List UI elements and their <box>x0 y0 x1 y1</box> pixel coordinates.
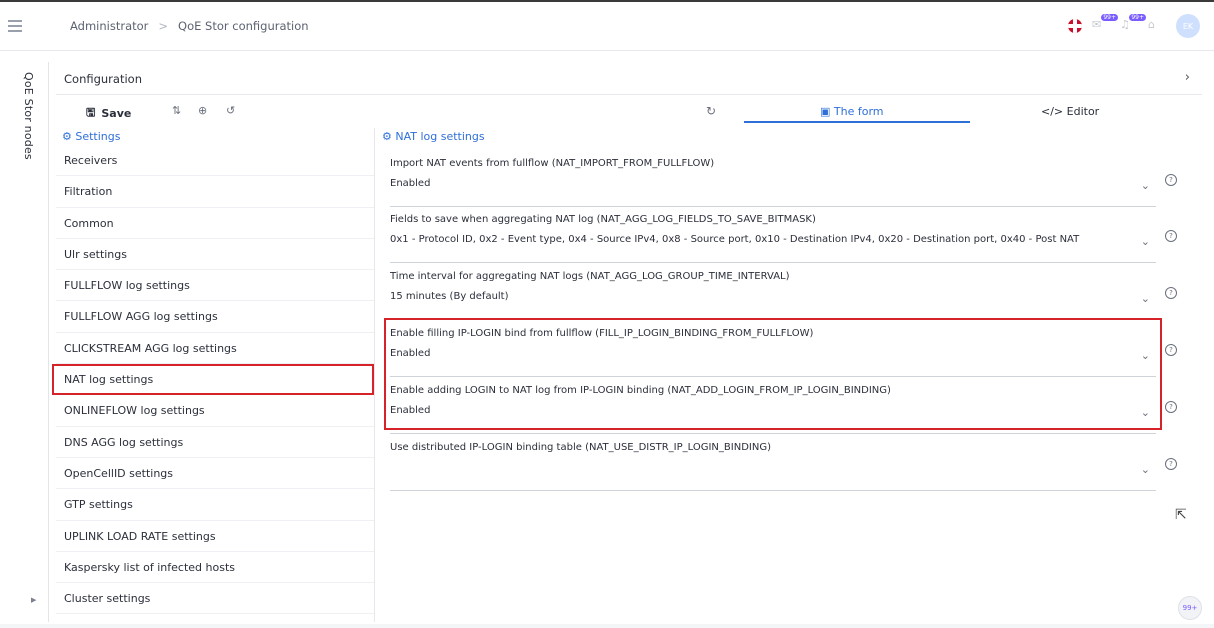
settings-icon: ⚙ <box>62 130 76 143</box>
avatar[interactable]: EK <box>1176 14 1200 38</box>
bell-badge: 99+ <box>1129 14 1146 21</box>
settings-item[interactable]: GTP settings <box>56 489 374 521</box>
field-label: Use distributed IP-LOGIN binding table (… <box>390 442 771 453</box>
field-value[interactable]: 15 minutes (By default) <box>390 291 509 302</box>
breadcrumb-root[interactable]: Administrator <box>70 19 148 33</box>
tab-editor-label: Editor <box>1066 105 1100 118</box>
settings-item[interactable]: NAT log settings <box>52 364 374 396</box>
breadcrumb-current: QoE Stor configuration <box>178 19 309 33</box>
code-icon: </> <box>1041 105 1067 118</box>
home-icon[interactable]: ⌂ <box>1148 18 1166 34</box>
gear-icon: ⚙ <box>382 130 396 143</box>
settings-panel: ⚙ Settings Receivers Filtration Common Ulr … <box>52 128 375 622</box>
top-bar: Administrator > QoE Stor configuration ✉ 99… <box>0 2 1214 51</box>
field-label: Import NAT events from fullflow (NAT_IMP… <box>390 158 715 169</box>
mouse-cursor-icon: ⇱ <box>1175 507 1187 523</box>
uk-flag-icon[interactable] <box>1068 19 1082 33</box>
save-button[interactable]: 🖫 Save <box>86 104 131 123</box>
chevron-down-icon[interactable]: ⌄ <box>1141 292 1150 305</box>
highlight-annotation <box>384 318 1162 430</box>
tab-editor[interactable]: </> Editor <box>1041 105 1099 118</box>
settings-list: Receivers Filtration Common Ulr settings FUL… <box>52 145 374 615</box>
save-label: Save <box>101 107 132 120</box>
chat-button[interactable]: 99+ <box>1178 596 1202 620</box>
settings-item[interactable]: OpenCellID settings <box>56 458 374 490</box>
form-field[interactable]: Use distributed IP-LOGIN binding table (… <box>390 436 1156 491</box>
settings-item[interactable]: Filtration <box>56 176 374 208</box>
split-icon[interactable]: ⇅ <box>172 104 181 117</box>
qoe-stor-nodes-tab[interactable]: QoE Stor nodes <box>22 72 35 160</box>
save-icon: 🖫 <box>86 106 96 119</box>
help-icon[interactable]: ? <box>1165 401 1177 413</box>
expand-arrow-icon[interactable]: ▶ <box>31 596 36 604</box>
help-icon[interactable]: ? <box>1165 344 1177 356</box>
settings-item[interactable]: Cluster settings <box>56 583 374 615</box>
settings-item[interactable]: DNS AGG log settings <box>56 427 374 458</box>
menu-icon[interactable] <box>8 20 22 32</box>
field-value[interactable]: 0x1 - Protocol ID, 0x2 - Event type, 0x4… <box>390 234 1079 245</box>
settings-item[interactable]: Ulr settings <box>56 239 374 271</box>
form-field[interactable]: Import NAT events from fullflow (NAT_IMP… <box>390 152 1156 207</box>
field-label: Fields to save when aggregating NAT log … <box>390 214 816 225</box>
bell-icon[interactable]: ♫ 99+ <box>1120 14 1146 34</box>
configuration-title: Configuration <box>64 72 142 86</box>
history-icon[interactable]: ↺ <box>226 104 235 117</box>
section-title: NAT log settings <box>395 130 485 143</box>
breadcrumb-separator: > <box>158 19 169 33</box>
settings-header-label: Settings <box>75 130 121 143</box>
upload-icon[interactable]: ⊕ <box>198 104 207 117</box>
settings-item[interactable]: ONLINEFLOW log settings <box>56 395 374 427</box>
settings-item[interactable]: Receivers <box>56 145 374 177</box>
field-label: Time interval for aggregating NAT logs (… <box>390 271 790 282</box>
mail-icon[interactable]: ✉ 99+ <box>1092 14 1118 34</box>
settings-item[interactable]: Common <box>56 208 374 239</box>
field-value[interactable]: Enabled <box>390 178 430 189</box>
chevron-right-icon[interactable]: › <box>1185 70 1190 85</box>
settings-header: ⚙ Settings <box>62 130 120 143</box>
form-field[interactable]: Fields to save when aggregating NAT log … <box>390 208 1156 263</box>
chevron-down-icon[interactable]: ⌄ <box>1141 235 1150 248</box>
configuration-header: Configuration › <box>56 62 1202 95</box>
tab-the-form[interactable]: ▣ The form <box>820 105 884 118</box>
refresh-icon[interactable]: ↻ <box>706 104 716 118</box>
settings-item[interactable]: FULLFLOW AGG log settings <box>56 301 374 333</box>
help-icon[interactable]: ? <box>1165 174 1177 186</box>
tab-form-label: The form <box>833 105 884 118</box>
help-icon[interactable]: ? <box>1165 230 1177 242</box>
breadcrumb: Administrator > QoE Stor configuration <box>70 19 309 33</box>
active-tab-underline <box>744 121 970 123</box>
settings-item[interactable]: UPLINK LOAD RATE settings <box>56 521 374 552</box>
left-divider <box>48 62 49 622</box>
view-tabs: ↻ ▣ The form </> Editor <box>672 96 1202 128</box>
settings-item[interactable]: CLICKSTREAM AGG log settings <box>56 333 374 365</box>
settings-item[interactable]: Kaspersky list of infected hosts <box>56 552 374 584</box>
form-icon: ▣ <box>820 105 834 118</box>
mail-badge: 99+ <box>1101 14 1118 21</box>
form-field[interactable]: Time interval for aggregating NAT logs (… <box>390 265 1156 320</box>
chevron-down-icon[interactable]: ⌄ <box>1141 179 1150 192</box>
help-icon[interactable]: ? <box>1165 287 1177 299</box>
settings-item[interactable]: FULLFLOW log settings <box>56 270 374 302</box>
top-right-controls: ✉ 99+ ♫ 99+ ⌂ EK <box>1068 14 1200 38</box>
help-icon[interactable]: ? <box>1165 458 1177 470</box>
toolbar: 🖫 Save ⇅ ⊕ ↺ ↻ ▣ The form </> Editor <box>56 96 1202 128</box>
bottom-strip <box>0 624 1214 628</box>
section-header: ⚙ NAT log settings <box>382 130 485 143</box>
chevron-down-icon[interactable]: ⌄ <box>1141 463 1150 476</box>
